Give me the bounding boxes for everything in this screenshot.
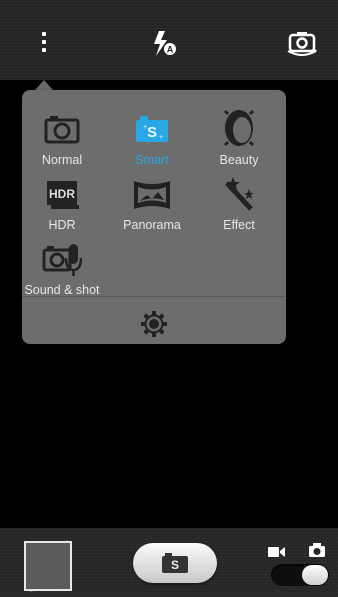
mode-normal[interactable]: Normal: [22, 110, 102, 170]
flash-auto-icon[interactable]: A: [146, 25, 182, 61]
magic-wand-icon: [219, 175, 259, 215]
gear-icon[interactable]: [139, 309, 169, 339]
menu-divider: [22, 296, 286, 297]
camera-video-toggle[interactable]: [271, 564, 329, 586]
mode-label: Normal: [41, 153, 83, 167]
mode-hdr[interactable]: HDR HDR: [22, 175, 102, 235]
mode-beauty[interactable]: Beauty: [199, 106, 279, 167]
shooting-mode-menu: Normal S + + Smart Beauty HDR HDR Panora…: [22, 90, 286, 344]
mode-sound-and-shot[interactable]: Sound & shot: [22, 240, 102, 300]
mode-label: Panorama: [123, 218, 181, 232]
panorama-icon: [132, 175, 172, 215]
beauty-face-icon: [219, 106, 259, 147]
svg-text:S: S: [171, 558, 179, 572]
mode-label: HDR: [48, 218, 76, 232]
more-options-icon[interactable]: [26, 25, 62, 61]
mode-smart[interactable]: S + + Smart: [112, 110, 192, 170]
video-camera-icon: [268, 545, 286, 563]
svg-text:+: +: [159, 134, 163, 141]
camera-icon: [42, 110, 82, 150]
mode-panorama[interactable]: Panorama: [112, 175, 192, 235]
mode-label: Sound & shot: [24, 283, 100, 297]
mode-label: Smart: [135, 153, 169, 167]
hdr-icon: HDR: [42, 175, 82, 215]
toggle-knob[interactable]: [302, 565, 328, 585]
svg-text:A: A: [167, 45, 174, 55]
sound-shot-icon: [42, 240, 83, 280]
top-toolbar: A: [0, 0, 338, 80]
gallery-thumbnail[interactable]: [24, 541, 72, 591]
switch-camera-icon[interactable]: [284, 25, 320, 61]
smart-camera-icon: S: [162, 553, 188, 573]
shutter-button[interactable]: S: [133, 543, 217, 583]
mode-effect[interactable]: Effect: [199, 175, 279, 235]
svg-text:+: +: [143, 124, 147, 131]
svg-text:S: S: [147, 124, 157, 141]
mode-label: Effect: [223, 218, 255, 232]
mode-label: Beauty: [219, 153, 259, 167]
svg-text:HDR: HDR: [49, 187, 75, 201]
photo-camera-icon: [309, 543, 325, 562]
smart-camera-icon: S + +: [132, 110, 172, 150]
menu-pointer: [35, 80, 53, 90]
